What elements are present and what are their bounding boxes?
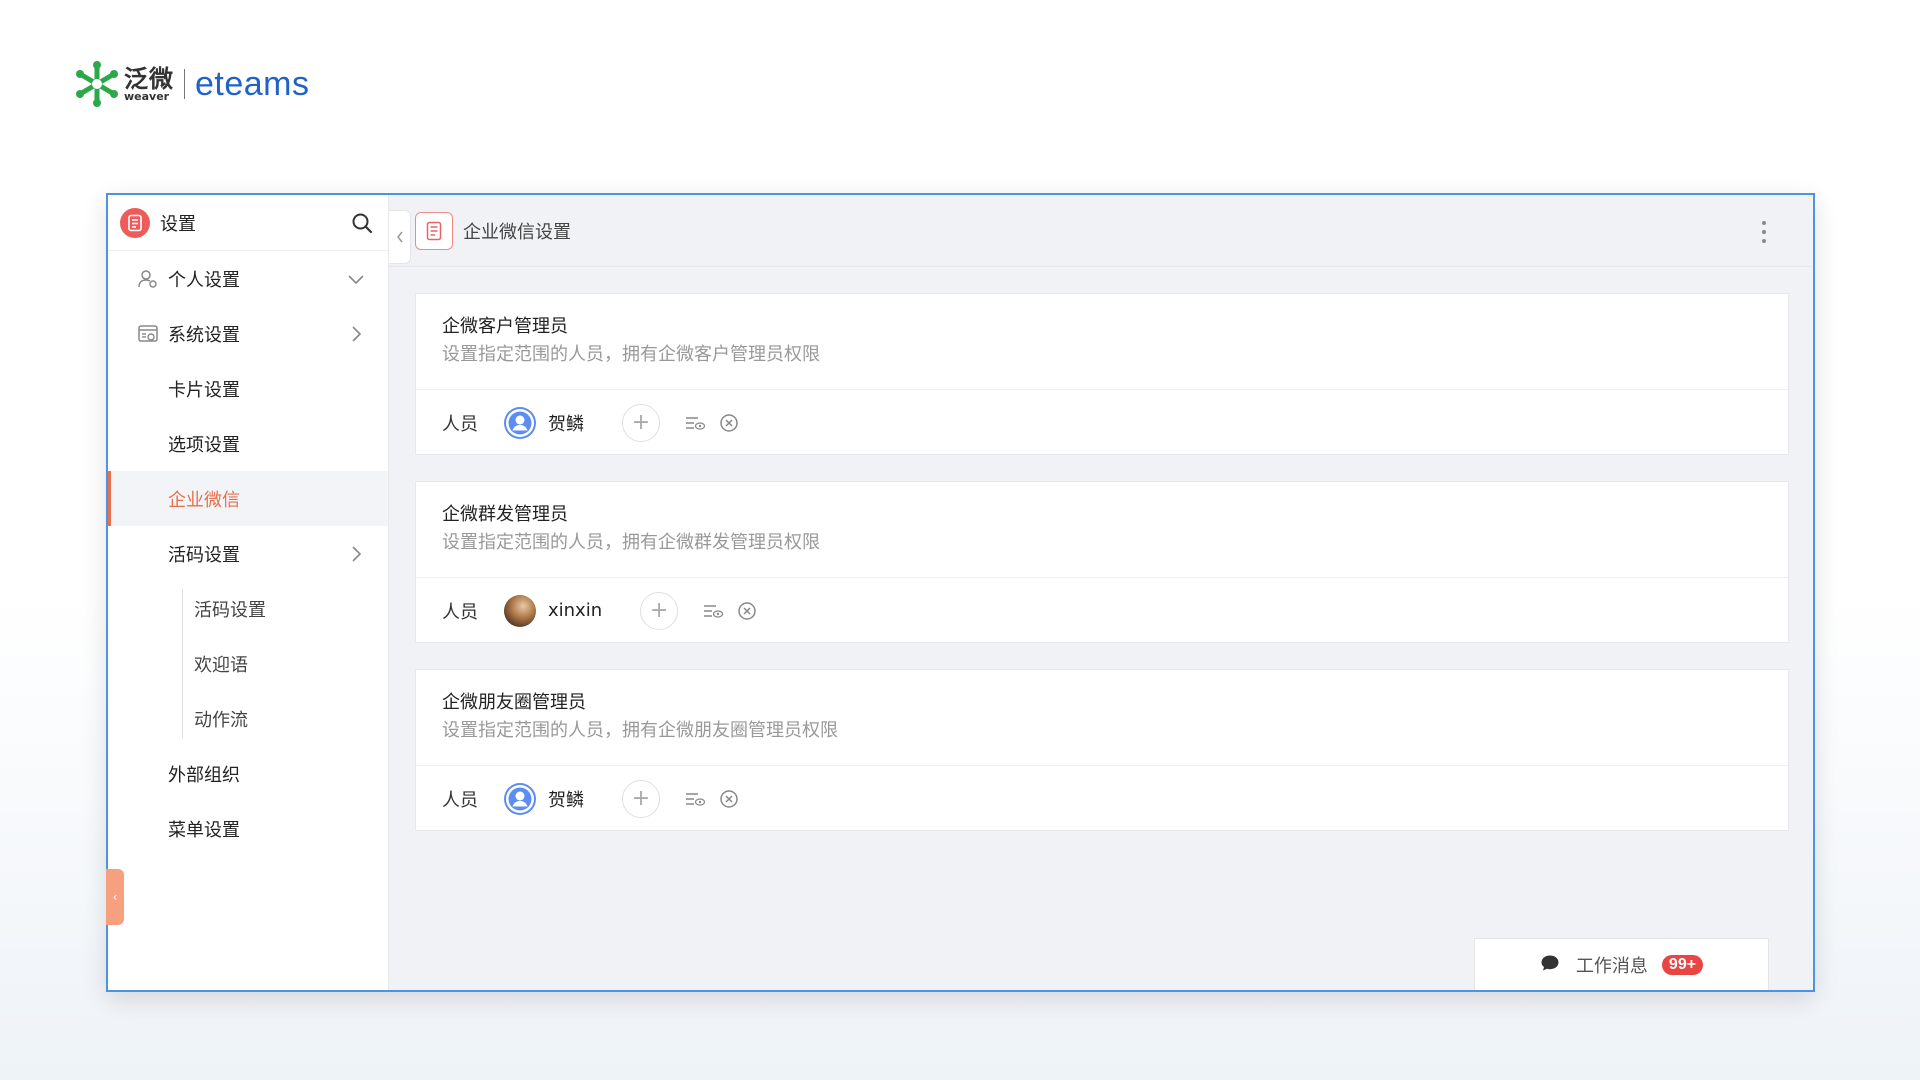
row-label: 人员 <box>442 789 478 811</box>
sidebar-subitem-live-code[interactable]: 活码设置 <box>108 581 388 636</box>
sidebar-item-external-org[interactable]: 外部组织 <box>108 746 388 801</box>
card-title: 企微朋友圈管理员 <box>442 692 586 713</box>
page-header: 企业微信设置 <box>389 195 1813 267</box>
chevron-right-icon <box>346 324 366 344</box>
sidebar-item-label: 欢迎语 <box>194 654 248 676</box>
sidebar-item-wecom[interactable]: 企业微信 <box>108 471 388 526</box>
system-settings-icon <box>136 322 160 346</box>
row-label: 人员 <box>442 413 478 435</box>
page-title: 企业微信设置 <box>463 221 571 243</box>
sidebar-item-label: 菜单设置 <box>168 819 240 841</box>
filter-view-icon[interactable] <box>682 786 708 812</box>
user-name: 贺鳞 <box>548 789 584 811</box>
add-member-button[interactable]: + <box>640 591 679 630</box>
admin-card-broadcast: 企微群发管理员 设置指定范围的人员，拥有企微群发管理员权限 人员 xinxin … <box>415 481 1789 643</box>
weaver-logo: 泛微 weaver eteams <box>72 56 310 112</box>
sidebar-item-label: 动作流 <box>194 709 248 731</box>
main-content: 企业微信设置 企微客户管理员 设置指定范围的人员，拥有企微客户管理员权限 人员 … <box>389 195 1813 990</box>
collapse-sidebar-button[interactable] <box>389 210 411 264</box>
user-name: xinxin <box>548 600 603 621</box>
weaver-snowflake-icon <box>72 59 122 109</box>
avatar <box>504 594 536 627</box>
avatar <box>504 406 536 439</box>
sidebar-item-system-settings[interactable]: 系统设置 <box>108 306 388 361</box>
card-members-row: 人员 贺鳞 + <box>416 390 1788 455</box>
card-members-row: 人员 xinxin + <box>416 578 1788 643</box>
work-messages-label: 工作消息 <box>1575 955 1648 977</box>
work-messages-bar[interactable]: 工作消息 99+ <box>1474 938 1769 990</box>
logo-en-text: weaver <box>124 90 170 103</box>
more-options-icon[interactable] <box>1759 221 1769 243</box>
page-document-icon <box>415 211 453 250</box>
chevron-down-icon <box>346 269 366 289</box>
live-code-submenu: 活码设置 欢迎语 动作流 <box>108 581 388 746</box>
user-name: 贺鳞 <box>548 413 584 435</box>
clear-circle-icon[interactable] <box>734 598 760 624</box>
card-title: 企微客户管理员 <box>442 316 568 337</box>
sidebar-item-card-settings[interactable]: 卡片设置 <box>108 361 388 416</box>
sidebar-item-label: 个人设置 <box>168 269 240 291</box>
admin-card-moments: 企微朋友圈管理员 设置指定范围的人员，拥有企微朋友圈管理员权限 人员 贺鳞 + <box>415 669 1789 831</box>
card-description: 设置指定范围的人员，拥有企微群发管理员权限 <box>442 532 820 553</box>
card-members-row: 人员 贺鳞 + <box>416 766 1788 831</box>
sidebar-item-label: 活码设置 <box>194 599 266 621</box>
avatar <box>504 782 536 815</box>
filter-view-icon[interactable] <box>682 410 708 436</box>
sidebar-item-label: 外部组织 <box>168 764 240 786</box>
card-description: 设置指定范围的人员，拥有企微客户管理员权限 <box>442 344 820 365</box>
sidebar-item-label: 活码设置 <box>168 544 240 566</box>
sidebar-title: 设置 <box>160 213 196 235</box>
logo-cn-text: 泛微 <box>124 65 174 93</box>
sidebar-item-label: 企业微信 <box>168 489 240 511</box>
sidebar-expand-tab[interactable]: ‹ <box>106 869 124 925</box>
sidebar-subitem-action-flow[interactable]: 动作流 <box>108 691 388 746</box>
sidebar: 设置 个人设置 系统设置 卡片设置 选项设置 企业微信 活码设置 活码设置 欢迎… <box>106 195 389 990</box>
sidebar-item-menu-settings[interactable]: 菜单设置 <box>108 801 388 856</box>
settings-app-icon <box>120 207 150 238</box>
add-member-button[interactable]: + <box>622 779 660 818</box>
logo-divider <box>184 69 185 99</box>
chevron-left-icon <box>396 231 403 243</box>
app-window: 设置 个人设置 系统设置 卡片设置 选项设置 企业微信 活码设置 活码设置 欢迎… <box>106 193 1815 992</box>
search-icon[interactable] <box>348 209 376 237</box>
card-title: 企微群发管理员 <box>442 504 568 525</box>
row-label: 人员 <box>442 601 478 623</box>
sidebar-item-live-code-settings[interactable]: 活码设置 <box>108 526 388 581</box>
card-description: 设置指定范围的人员，拥有企微朋友圈管理员权限 <box>442 720 838 741</box>
sidebar-item-option-settings[interactable]: 选项设置 <box>108 416 388 471</box>
clear-circle-icon[interactable] <box>716 410 742 436</box>
admin-card-customer: 企微客户管理员 设置指定范围的人员，拥有企微客户管理员权限 人员 贺鳞 + <box>415 293 1789 455</box>
unread-count-badge: 99+ <box>1661 954 1704 975</box>
sidebar-header: 设置 <box>108 195 388 251</box>
sidebar-item-label: 选项设置 <box>168 434 240 456</box>
sidebar-item-label: 卡片设置 <box>168 379 240 401</box>
add-member-button[interactable]: + <box>622 403 660 442</box>
sidebar-item-personal-settings[interactable]: 个人设置 <box>108 251 388 306</box>
logo-brand-text: eteams <box>195 64 310 103</box>
user-settings-icon <box>136 267 160 291</box>
filter-view-icon[interactable] <box>700 598 726 624</box>
sidebar-item-label: 系统设置 <box>168 324 240 346</box>
chat-bubble-icon <box>1540 954 1560 976</box>
sidebar-menu: 个人设置 系统设置 卡片设置 选项设置 企业微信 活码设置 活码设置 欢迎语 动… <box>108 251 388 856</box>
clear-circle-icon[interactable] <box>716 786 742 812</box>
sidebar-subitem-welcome[interactable]: 欢迎语 <box>108 636 388 691</box>
chevron-right-icon <box>346 544 366 564</box>
